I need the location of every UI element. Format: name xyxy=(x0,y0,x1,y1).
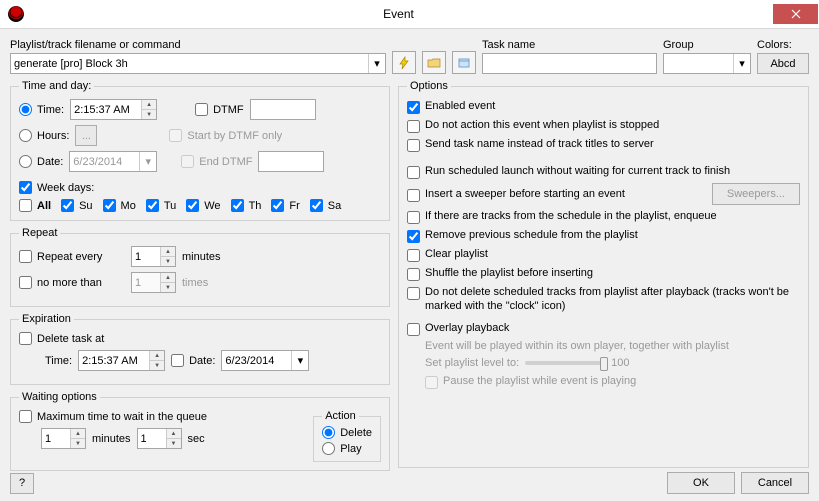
overlay-note: Event will be played within its own play… xyxy=(425,340,800,352)
taskname-input[interactable] xyxy=(482,53,657,74)
filename-value: generate [pro] Block 3h xyxy=(14,58,128,70)
setlevel-label: Set playlist level to: xyxy=(425,357,519,369)
sendtask-check[interactable] xyxy=(407,139,420,152)
overlay-check[interactable] xyxy=(407,323,420,336)
time-spinner[interactable]: ▲▼ xyxy=(70,99,157,120)
dtmf-check[interactable]: DTMF xyxy=(195,103,244,116)
sweepers-button: Sweepers... xyxy=(712,183,800,205)
nodelete-check[interactable] xyxy=(407,287,420,300)
expiration-legend: Expiration xyxy=(19,313,74,325)
repeat-group: Repeat Repeat every ▲▼ minutes no more t… xyxy=(10,227,390,307)
group-combo[interactable]: ▾ xyxy=(663,53,751,74)
weekday-tu[interactable]: Tu xyxy=(146,199,176,212)
noaction-check[interactable] xyxy=(407,120,420,133)
date-combo: 6/23/2014▾ xyxy=(69,151,157,172)
waiting-group: Waiting options Maximum time to wait in … xyxy=(10,391,390,471)
weekday-we[interactable]: We xyxy=(186,199,220,212)
timeday-legend: Time and day: xyxy=(19,80,94,92)
colors-label: Colors: xyxy=(757,39,809,51)
weekday-sa[interactable]: Sa xyxy=(310,199,341,212)
maxwait-check[interactable]: Maximum time to wait in the queue xyxy=(19,410,305,423)
timeday-group: Time and day: Time: ▲▼ DTMF Hours: ... S… xyxy=(10,80,390,221)
chevron-down-icon: ▾ xyxy=(733,54,750,73)
wait-sec-label: sec xyxy=(188,433,205,445)
taskname-label: Task name xyxy=(482,39,657,51)
options-legend: Options xyxy=(407,80,451,92)
shuffle-check[interactable] xyxy=(407,268,420,281)
waiting-legend: Waiting options xyxy=(19,391,100,403)
repeat-every-spinner[interactable]: ▲▼ xyxy=(131,246,176,267)
action-group: Action Delete Play xyxy=(313,410,381,462)
enqueue-check[interactable] xyxy=(407,211,420,224)
clear-check[interactable] xyxy=(407,249,420,262)
runsched-check[interactable] xyxy=(407,166,420,179)
pause-check xyxy=(425,376,438,389)
colors-button[interactable]: Abcd xyxy=(757,53,809,74)
wait-sec-spinner[interactable]: ▲▼ xyxy=(137,428,182,449)
options-group: Options Enabled event Do not action this… xyxy=(398,80,809,468)
weekday-th[interactable]: Th xyxy=(231,199,262,212)
filename-combo[interactable]: generate [pro] Block 3h ▾ xyxy=(10,53,386,74)
chevron-down-icon: ▾ xyxy=(368,54,385,73)
wait-min-label: minutes xyxy=(92,433,131,445)
action-delete[interactable]: Delete xyxy=(322,426,372,439)
wait-min-spinner[interactable]: ▲▼ xyxy=(41,428,86,449)
repeat-legend: Repeat xyxy=(19,227,60,239)
time-radio[interactable]: Time: xyxy=(19,103,64,116)
lightning-button[interactable] xyxy=(392,51,416,74)
folder-icon xyxy=(427,56,441,70)
window-button[interactable] xyxy=(452,51,476,74)
sweeper-check[interactable] xyxy=(407,189,420,202)
nomore-check[interactable]: no more than xyxy=(19,276,125,289)
start-dtmf-check: Start by DTMF only xyxy=(169,129,282,142)
level-slider xyxy=(525,361,605,365)
close-icon xyxy=(791,9,801,19)
remove-check[interactable] xyxy=(407,230,420,243)
times-label: times xyxy=(182,277,208,289)
expiration-group: Expiration Delete task at Time: ▲▼ Date:… xyxy=(10,313,390,385)
help-button[interactable]: ? xyxy=(10,473,34,494)
ok-button[interactable]: OK xyxy=(667,472,735,494)
nomore-spinner: ▲▼ xyxy=(131,272,176,293)
delete-task-check[interactable]: Delete task at xyxy=(19,332,381,345)
dtmf-input[interactable] xyxy=(250,99,316,120)
date-radio[interactable]: Date: xyxy=(19,155,63,168)
lightning-icon xyxy=(397,56,411,70)
minutes-label: minutes xyxy=(182,251,221,263)
weekday-fr[interactable]: Fr xyxy=(271,199,299,212)
end-dtmf-input xyxy=(258,151,324,172)
exp-date-check[interactable]: Date: xyxy=(171,354,215,367)
group-label: Group xyxy=(663,39,751,51)
action-play[interactable]: Play xyxy=(322,442,372,455)
exp-time-label: Time: xyxy=(45,355,72,367)
hours-radio[interactable]: Hours: xyxy=(19,129,69,142)
hours-ellipsis[interactable]: ... xyxy=(75,125,97,146)
app-icon xyxy=(8,6,24,22)
filename-label: Playlist/track filename or command xyxy=(10,39,386,51)
action-legend: Action xyxy=(322,410,359,422)
exp-date-combo[interactable]: 6/23/2014▾ xyxy=(221,350,309,371)
folder-button[interactable] xyxy=(422,51,446,74)
level-value: 100 xyxy=(611,357,629,369)
end-dtmf-check: End DTMF xyxy=(181,155,252,168)
cancel-button[interactable]: Cancel xyxy=(741,472,809,494)
enabled-check[interactable] xyxy=(407,101,420,114)
weekdays-check[interactable]: Week days: xyxy=(19,181,381,194)
weekday-all[interactable]: All xyxy=(19,199,51,212)
slider-thumb xyxy=(600,357,608,371)
weekday-mo[interactable]: Mo xyxy=(103,199,136,212)
window-title: Event xyxy=(24,7,773,21)
close-button[interactable] xyxy=(773,4,818,24)
window-icon xyxy=(457,56,471,70)
exp-time-spinner[interactable]: ▲▼ xyxy=(78,350,165,371)
weekday-su[interactable]: Su xyxy=(61,199,92,212)
repeat-every-check[interactable]: Repeat every xyxy=(19,250,125,263)
